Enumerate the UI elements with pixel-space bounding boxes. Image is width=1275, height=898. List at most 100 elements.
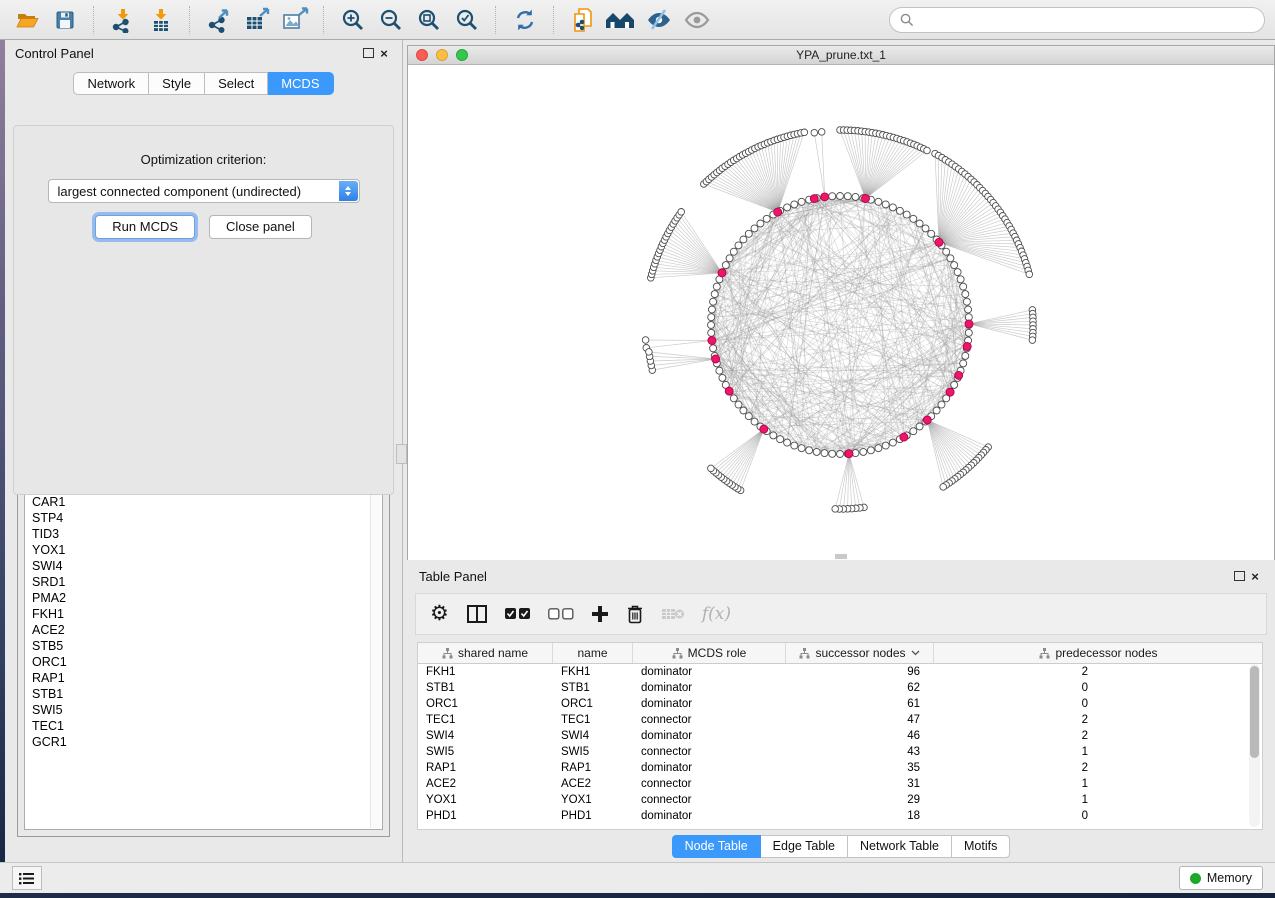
network-node[interactable] bbox=[791, 442, 798, 449]
network-node[interactable] bbox=[770, 432, 777, 439]
delete-column-button[interactable] bbox=[626, 601, 644, 627]
mcds-node[interactable] bbox=[708, 337, 716, 345]
network-node[interactable] bbox=[801, 129, 808, 136]
zoom-fit-button[interactable] bbox=[412, 4, 446, 36]
network-node[interactable] bbox=[708, 465, 715, 472]
network-node[interactable] bbox=[716, 367, 723, 374]
network-node[interactable] bbox=[745, 413, 752, 420]
network-node[interactable] bbox=[811, 129, 818, 136]
mcds-result-list[interactable]: PHD1CAR1STP4TID3YOX1SWI4SRD1PMA2FKH1ACE2… bbox=[24, 474, 383, 830]
network-node[interactable] bbox=[798, 198, 805, 205]
table-row[interactable]: ACE2ACE2connector311 bbox=[418, 776, 1262, 792]
mcds-node[interactable] bbox=[845, 450, 853, 458]
network-node[interactable] bbox=[678, 209, 685, 216]
network-node[interactable] bbox=[735, 401, 742, 408]
criterion-dropdown[interactable]: largest connected component (undirected) bbox=[48, 179, 360, 203]
network-node[interactable] bbox=[1026, 271, 1033, 278]
mcds-node[interactable] bbox=[712, 355, 720, 363]
run-mcds-button[interactable]: Run MCDS bbox=[95, 215, 195, 239]
table-scrollbar[interactable] bbox=[1249, 664, 1260, 827]
tab-node-table[interactable]: Node Table bbox=[672, 835, 761, 858]
column-header-name[interactable]: name bbox=[553, 643, 633, 663]
network-node[interactable] bbox=[852, 193, 859, 200]
split-view-button[interactable] bbox=[466, 601, 488, 627]
mcds-node[interactable] bbox=[821, 193, 829, 201]
network-node[interactable] bbox=[916, 423, 923, 430]
network-node[interactable] bbox=[916, 220, 923, 227]
network-node[interactable] bbox=[844, 193, 851, 200]
network-graph[interactable] bbox=[408, 65, 1274, 560]
mcds-result-item[interactable]: FKH1 bbox=[32, 606, 382, 622]
mcds-result-item[interactable]: STB1 bbox=[32, 686, 382, 702]
panel-splitter-handle[interactable] bbox=[396, 444, 407, 464]
table-row[interactable]: FKH1FKH1dominator962 bbox=[418, 664, 1262, 680]
network-node[interactable] bbox=[957, 276, 964, 283]
table-settings-button[interactable]: ⚙ bbox=[430, 601, 449, 627]
mcds-result-item[interactable]: ACE2 bbox=[32, 622, 382, 638]
clear-table-button[interactable] bbox=[661, 601, 685, 627]
network-node[interactable] bbox=[896, 207, 903, 214]
mcds-result-item[interactable]: PMA2 bbox=[32, 590, 382, 606]
zoom-selected-button[interactable] bbox=[450, 4, 484, 36]
network-node[interactable] bbox=[798, 445, 805, 452]
network-node[interactable] bbox=[710, 345, 717, 352]
network-node[interactable] bbox=[882, 201, 889, 208]
mcds-result-item[interactable]: YOX1 bbox=[32, 542, 382, 558]
function-builder-button[interactable]: f(x) bbox=[702, 601, 731, 627]
network-node[interactable] bbox=[965, 329, 972, 336]
search-box[interactable] bbox=[889, 7, 1265, 33]
close-table-panel-button[interactable]: × bbox=[1247, 568, 1263, 584]
show-all-button[interactable] bbox=[680, 4, 714, 36]
close-panel-action-button[interactable]: Close panel bbox=[209, 215, 312, 239]
network-node[interactable] bbox=[860, 448, 867, 455]
mcds-result-item[interactable]: STB5 bbox=[32, 638, 382, 654]
network-node[interactable] bbox=[960, 283, 967, 290]
network-node[interactable] bbox=[708, 314, 715, 321]
mcds-node[interactable] bbox=[963, 343, 971, 351]
table-row[interactable]: PHD1PHD1dominator180 bbox=[418, 808, 1262, 824]
network-node[interactable] bbox=[875, 445, 882, 452]
network-node[interactable] bbox=[791, 201, 798, 208]
network-node[interactable] bbox=[713, 283, 720, 290]
network-node[interactable] bbox=[832, 506, 839, 513]
mcds-node[interactable] bbox=[900, 433, 908, 441]
float-table-panel-button[interactable] bbox=[1231, 568, 1247, 584]
network-node[interactable] bbox=[924, 147, 931, 154]
mcds-node[interactable] bbox=[923, 416, 931, 424]
table-row[interactable]: STB1STB1dominator620 bbox=[418, 680, 1262, 696]
table-row[interactable]: SWI4SWI4dominator462 bbox=[418, 728, 1262, 744]
network-node[interactable] bbox=[757, 220, 764, 227]
network-node[interactable] bbox=[821, 450, 828, 457]
export-network-button[interactable] bbox=[202, 4, 236, 36]
network-node[interactable] bbox=[962, 352, 969, 359]
mcds-result-item[interactable]: CAR1 bbox=[32, 494, 382, 510]
network-node[interactable] bbox=[730, 248, 737, 255]
network-node[interactable] bbox=[708, 306, 715, 313]
mcds-result-item[interactable]: SWI4 bbox=[32, 558, 382, 574]
network-node[interactable] bbox=[751, 225, 758, 232]
network-node[interactable] bbox=[646, 349, 653, 356]
network-node[interactable] bbox=[910, 428, 917, 435]
search-input[interactable] bbox=[920, 12, 1254, 28]
table-row[interactable]: SWI5SWI5connector431 bbox=[418, 744, 1262, 760]
import-table-button[interactable] bbox=[144, 4, 178, 36]
network-node[interactable] bbox=[722, 262, 729, 269]
network-node[interactable] bbox=[818, 129, 825, 136]
mcds-result-item[interactable]: TEC1 bbox=[32, 718, 382, 734]
network-node[interactable] bbox=[745, 230, 752, 237]
network-node[interactable] bbox=[922, 225, 929, 232]
network-node[interactable] bbox=[784, 204, 791, 211]
maximize-window-button[interactable] bbox=[456, 49, 468, 61]
network-node[interactable] bbox=[867, 447, 874, 454]
tab-edge-table[interactable]: Edge Table bbox=[761, 835, 848, 858]
mcds-node[interactable] bbox=[810, 195, 818, 203]
first-neighbors-button[interactable] bbox=[604, 4, 638, 36]
mcds-node[interactable] bbox=[965, 320, 973, 328]
table-scrollbar-thumb[interactable] bbox=[1250, 666, 1259, 758]
column-header-MCDS-role[interactable]: MCDS role bbox=[633, 643, 786, 663]
network-node[interactable] bbox=[875, 198, 882, 205]
network-node[interactable] bbox=[735, 242, 742, 249]
mcds-result-item[interactable]: GCR1 bbox=[32, 734, 382, 750]
deselect-all-button[interactable] bbox=[548, 601, 574, 627]
network-node[interactable] bbox=[910, 215, 917, 222]
